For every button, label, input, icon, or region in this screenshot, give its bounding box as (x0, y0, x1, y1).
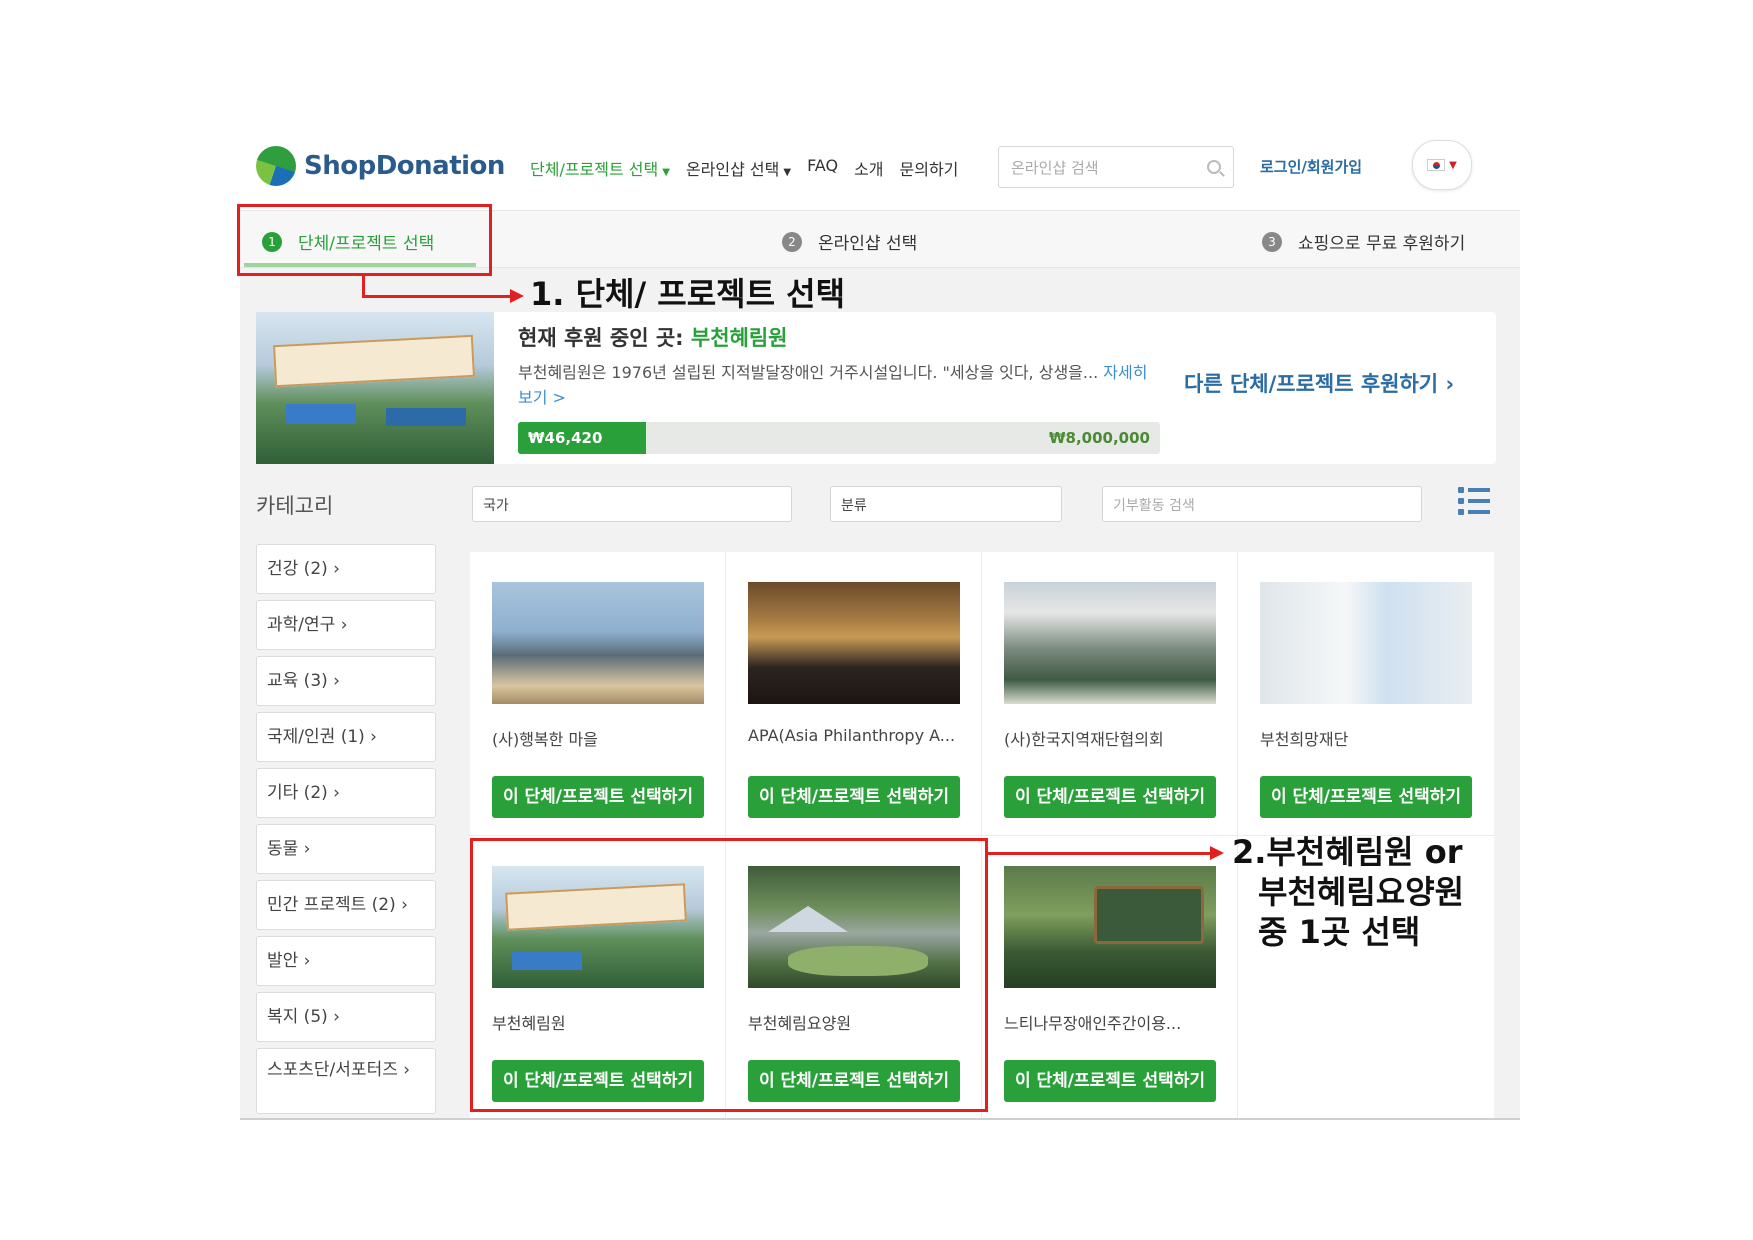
banner-title-prefix: 현재 후원 중인 곳: (518, 326, 684, 350)
annotation-step1-box (237, 204, 492, 276)
bazaar-sign (273, 334, 475, 388)
org-name[interactable]: 느티나무장애인주간이용... (1004, 1010, 1224, 1034)
bazaar-photo (256, 312, 494, 464)
banner-description: 부천혜림원은 1976년 설립된 지적발달장애인 거주시설입니다. "세상을 잇… (518, 360, 1158, 410)
sidebar-item-education[interactable]: 교육 (3) › (256, 656, 436, 706)
support-other-org-link[interactable]: 다른 단체/프로젝트 후원하기 › (1184, 368, 1454, 398)
sidebar-item-health[interactable]: 건강 (2) › (256, 544, 436, 594)
annotation-line (362, 295, 512, 298)
org-photo (492, 582, 704, 704)
step-2[interactable]: 2 온라인샵 선택 (782, 229, 917, 254)
category-title: 카테고리 (256, 494, 334, 518)
login-signup-link[interactable]: 로그인/회원가입 (1260, 156, 1362, 177)
nav-item-contact[interactable]: 문의하기 (900, 156, 959, 180)
step-number: 2 (782, 231, 802, 252)
nav-label: 단체/프로젝트 선택 (530, 160, 659, 179)
sidebar-item-private-projects[interactable]: 민간 프로젝트 (2) › (256, 880, 436, 930)
banner-title: 현재 후원 중인 곳: 부천혜림원 (518, 322, 788, 352)
nav-item-faq[interactable]: FAQ (807, 156, 838, 180)
org-card: 느티나무장애인주간이용... 이 단체/프로젝트 선택하기 (982, 836, 1238, 1120)
sidebar-item-etc[interactable]: 기타 (2) › (256, 768, 436, 818)
step-label: 쇼핑으로 무료 후원하기 (1298, 234, 1466, 254)
type-select[interactable]: 분류 (830, 486, 1062, 522)
annotation-line (362, 275, 365, 297)
annotation-step2-box (470, 838, 988, 1112)
annotation-step2-line2: 부천혜림요양원 (1258, 873, 1465, 911)
description-text: 부천혜림원은 1976년 설립된 지적발달장애인 거주시설입니다. "세상을 잇… (518, 363, 1099, 382)
org-photo (748, 582, 960, 704)
select-org-button[interactable]: 이 단체/프로젝트 선택하기 (1004, 776, 1216, 818)
select-org-button[interactable]: 이 단체/프로젝트 선택하기 (748, 776, 960, 818)
tent-shape (286, 404, 356, 424)
logo[interactable]: ShopDonation (256, 146, 505, 186)
org-photo (1004, 866, 1216, 988)
sidebar-item-international[interactable]: 국제/인권 (1) › (256, 712, 436, 762)
donation-progress-bar: ₩46,420 ₩8,000,000 (518, 422, 1160, 454)
org-card: (사)한국지역재단협의회 이 단체/프로젝트 선택하기 (982, 552, 1238, 836)
org-name[interactable]: (사)행복한 마을 (492, 726, 712, 750)
search-placeholder: 온라인샵 검색 (1011, 158, 1099, 177)
org-name[interactable]: (사)한국지역재단협의회 (1004, 726, 1224, 750)
org-card: (사)행복한 마을 이 단체/프로젝트 선택하기 (470, 552, 726, 836)
chevron-down-icon: ▼ (662, 167, 670, 178)
banner-title-org: 부천혜림원 (690, 326, 788, 350)
annotation-step2-line1: 2.부천혜림원 or (1232, 833, 1463, 871)
step-3[interactable]: 3 쇼핑으로 무료 후원하기 (1262, 229, 1465, 254)
south-korea-flag-icon (1427, 159, 1446, 171)
sidebar-item-welfare[interactable]: 복지 (5) › (256, 992, 436, 1042)
annotation-step1-text: 1. 단체/ 프로젝트 선택 (530, 275, 846, 313)
chevron-down-icon: ▼ (783, 167, 792, 178)
sidebar-item-science[interactable]: 과학/연구 › (256, 600, 436, 650)
sidebar-item-sports[interactable]: 스포츠단/서포터즈 › (256, 1048, 436, 1114)
select-org-button[interactable]: 이 단체/프로젝트 선택하기 (1260, 776, 1472, 818)
nav-item-select-shop[interactable]: 온라인샵 선택 ▼ (686, 156, 791, 180)
sidebar-item-animals[interactable]: 동물 › (256, 824, 436, 874)
language-selector[interactable]: ▼ (1412, 140, 1472, 190)
org-photo (1004, 582, 1216, 704)
current-donation-banner: 현재 후원 중인 곳: 부천혜림원 부천혜림원은 1976년 설립된 지적발달장… (256, 312, 1496, 464)
current-amount: ₩46,420 (528, 429, 603, 447)
org-card: APA(Asia Philanthropy A... 이 단체/프로젝트 선택하… (726, 552, 982, 836)
category-sidebar: 건강 (2) › 과학/연구 › 교육 (3) › 국제/인권 (1) › 기타… (256, 544, 436, 1120)
annotation-step2-line3: 중 1곳 선택 (1258, 913, 1421, 951)
sidebar-item-development[interactable]: 발안 › (256, 936, 436, 986)
arrow-right-icon (510, 289, 524, 303)
top-navigation-bar: ShopDonation 단체/프로젝트 선택 ▼ 온라인샵 선택 ▼ FAQ 소개… (240, 128, 1520, 210)
shopdonation-logo-icon (256, 146, 296, 186)
search-icon[interactable] (1207, 160, 1221, 174)
annotation-line (988, 852, 1212, 855)
step-label: 온라인샵 선택 (818, 234, 918, 254)
main-nav: 단체/프로젝트 선택 ▼ 온라인샵 선택 ▼ FAQ 소개 문의하기 (530, 156, 958, 180)
arrow-right-icon (1210, 846, 1224, 860)
list-view-icon[interactable] (1458, 486, 1490, 516)
activity-search-input[interactable]: 기부활동 검색 (1102, 486, 1422, 522)
progress-fill: ₩46,420 (518, 422, 647, 454)
org-photo (1260, 582, 1472, 704)
org-card: 부천희망재단 이 단체/프로젝트 선택하기 (1238, 552, 1494, 836)
nav-item-select-org[interactable]: 단체/프로젝트 선택 ▼ (530, 156, 670, 180)
logo-text: ShopDonation (304, 151, 505, 181)
goal-amount: ₩8,000,000 (1048, 429, 1150, 447)
nav-item-about[interactable]: 소개 (854, 156, 883, 180)
nav-label: 온라인샵 선택 (685, 160, 780, 179)
org-name[interactable]: 부천희망재단 (1260, 726, 1480, 750)
chevron-down-icon: ▼ (1449, 159, 1457, 171)
select-org-button[interactable]: 이 단체/프로젝트 선택하기 (1004, 1060, 1216, 1102)
page-bottom-border (240, 1118, 1520, 1120)
shop-search-input[interactable]: 온라인샵 검색 (998, 146, 1234, 188)
select-org-button[interactable]: 이 단체/프로젝트 선택하기 (492, 776, 704, 818)
step-number: 3 (1262, 231, 1282, 252)
org-name[interactable]: APA(Asia Philanthropy A... (748, 726, 968, 745)
tent-shape (386, 408, 466, 426)
country-select[interactable]: 국가 (472, 486, 792, 522)
